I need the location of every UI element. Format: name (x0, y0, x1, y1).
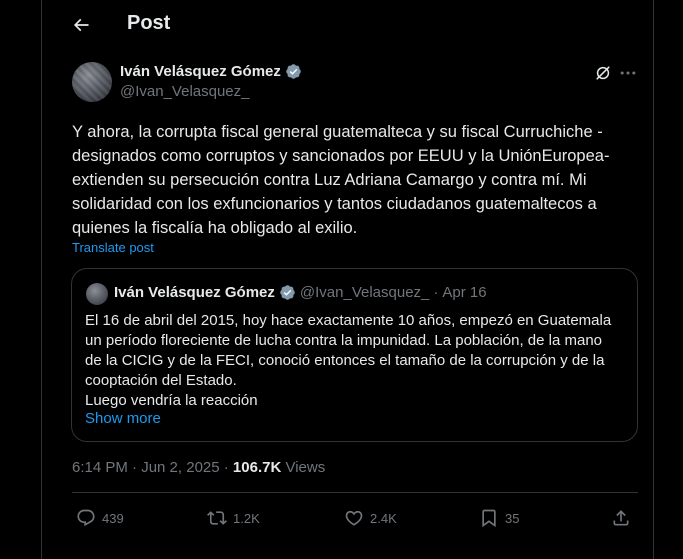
page-header: Post (42, 0, 653, 48)
quoted-separator: · (433, 284, 439, 301)
share-button[interactable] (611, 508, 631, 528)
author-handle[interactable]: @Ivan_Velasquez_ (120, 83, 250, 100)
reply-icon (77, 509, 95, 527)
like-icon (345, 510, 363, 526)
author-name[interactable]: Iván Velásquez Gómez (120, 63, 281, 80)
quoted-post-date: Apr 16 (442, 284, 487, 301)
post-timestamp[interactable]: 6:14 PM · Jun 2, 2025 · (72, 459, 233, 476)
share-icon (613, 510, 629, 526)
reply-button[interactable]: 439 (76, 508, 124, 528)
reply-count: 439 (102, 510, 124, 526)
bookmark-count: 35 (505, 510, 520, 526)
repost-button[interactable]: 1.2K (207, 508, 260, 528)
back-arrow-icon (73, 18, 89, 32)
divider (72, 492, 638, 493)
views-label: Views (281, 459, 326, 476)
page-title: Post (127, 12, 171, 34)
like-count: 2.4K (370, 510, 397, 526)
post-metadata: 6:14 PM · Jun 2, 2025 · 106.7K Views (72, 459, 325, 476)
repost-icon (207, 511, 227, 525)
post-text: Y ahora, la corrupta fiscal general guat… (72, 123, 610, 237)
quoted-post-header: Iván Velásquez Gómez @Ivan_Velasquez_ · … (114, 284, 487, 301)
author-name-row[interactable]: Iván Velásquez Gómez (120, 63, 302, 80)
grok-icon[interactable] (593, 63, 613, 83)
quoted-post-text: El 16 de abril del 2015, hoy hace exacta… (85, 312, 612, 409)
quoted-post[interactable]: Iván Velásquez Gómez @Ivan_Velasquez_ · … (71, 268, 638, 442)
bookmark-button[interactable]: 35 (479, 508, 519, 528)
verified-badge-icon (286, 64, 301, 79)
like-button[interactable]: 2.4K (344, 508, 397, 528)
post-column: Post Iván Velásquez Gómez @Ivan_Velasque… (41, 0, 654, 559)
translate-post-link[interactable]: Translate post (72, 240, 154, 255)
verified-badge-icon (280, 285, 295, 300)
repost-count: 1.2K (233, 510, 260, 526)
author-avatar[interactable] (72, 62, 112, 102)
views-count: 106.7K (232, 459, 282, 476)
bookmark-icon (482, 509, 496, 528)
more-icon[interactable] (618, 63, 638, 83)
quoted-author-handle: @Ivan_Velasquez_ (299, 284, 430, 301)
quoted-author-avatar (86, 283, 108, 305)
back-button[interactable] (68, 12, 94, 38)
show-more-link[interactable]: Show more (85, 410, 161, 427)
quoted-author-name: Iván Velásquez Gómez (114, 284, 275, 301)
